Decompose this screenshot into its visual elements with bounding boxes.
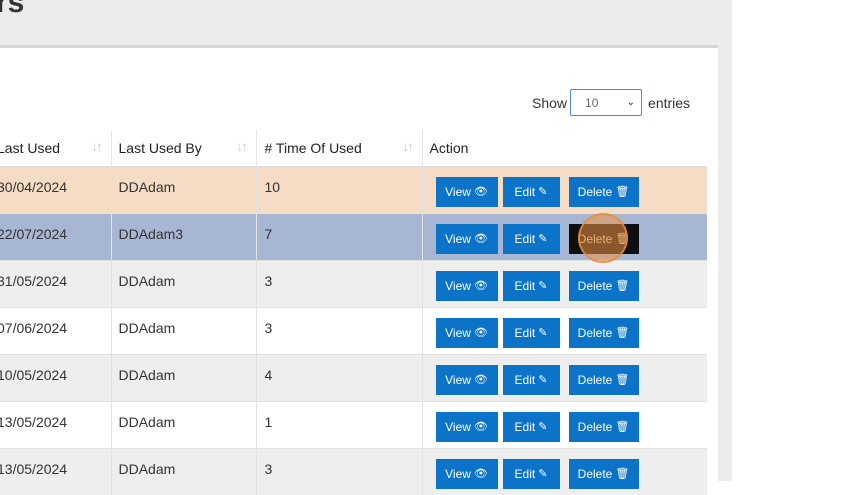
edit-button[interactable]: Edit ✎ [502, 317, 560, 348]
delete-button[interactable]: Delete🗑 [568, 458, 639, 489]
cell-last-used-by: DDAdam [111, 259, 257, 307]
table-row: 10/05/2024 DDAdam 4 View 👁 Edit ✎ Delete 🗑 [0, 353, 707, 401]
eye-icon: 👁 [473, 186, 488, 198]
edit-button[interactable]: Edit ✎ [502, 364, 560, 395]
cell-last-used: 13/05/2024 [0, 400, 112, 448]
cell-last-used-by: DDAdam [111, 306, 257, 354]
delete-button[interactable]: Delete🗑 [568, 270, 639, 301]
cell-times-used: 3 [256, 259, 423, 307]
trash-icon: 🗑 [615, 468, 630, 480]
cell-actions: View👁Edit✎ Delete🗑 [422, 165, 707, 213]
cell-actions: View👁Edit✎ Delete🗑 [422, 259, 707, 307]
data-table: Last Used ↓↑ Last Used By ↓↑ # Time Of U… [0, 130, 707, 495]
delete-button[interactable]: Delete🗑 [568, 176, 639, 207]
eye-icon: 👁 [473, 421, 488, 433]
entries-select[interactable]: 10 ⌄ [570, 89, 643, 116]
cell-last-used: 07/06/2024 [0, 306, 112, 354]
table-row: 07/06/2024 DDAdam 3 View 👁 Edit ✎ Delete 🗑 [0, 306, 707, 354]
table-row: 13/05/2024 DDAdam 1 View 👁 Edit ✎ Delete 🗑 [0, 400, 707, 448]
cell-times-used: 4 [256, 353, 423, 401]
entries-length-control: Show 10 ⌄ entries [532, 89, 690, 116]
sort-icon: ↓↑ [91, 139, 103, 154]
view-button[interactable]: View 👁 [435, 317, 498, 348]
edit-button[interactable]: Edit ✎ [502, 458, 560, 489]
cell-last-used-by: DDAdam [111, 165, 257, 213]
view-button[interactable]: View 👁 [435, 176, 498, 207]
edit-icon: ✎ [538, 186, 548, 198]
eye-icon: 👁 [473, 327, 488, 339]
table-row: 13/05/2024 DDAdam 3 View 👁 Edit ✎ Delete 🗑 [0, 447, 707, 495]
edit-button[interactable]: Edit ✎ [502, 411, 560, 442]
cell-actions: View👁Edit✎Delete🗑 [422, 212, 707, 260]
edit-button[interactable]: Edit ✎ [502, 223, 560, 254]
trash-icon: 🗑 [615, 280, 630, 292]
trash-icon: 🗑 [615, 421, 630, 433]
cell-last-used: 30/04/2024 [0, 165, 112, 213]
click-indicator [578, 213, 628, 263]
delete-button[interactable]: Delete🗑 [568, 411, 639, 442]
cell-times-used: 7 [256, 212, 423, 260]
view-button[interactable]: View 👁 [435, 223, 498, 254]
chevron-down-icon: ⌄ [626, 97, 636, 108]
column-header-times-used[interactable]: # Time Of Used ↓↑ [256, 130, 423, 167]
cell-last-used: 22/07/2024 [0, 212, 112, 260]
edit-icon: ✎ [538, 327, 548, 339]
page-title: rs [0, 0, 25, 19]
edit-icon: ✎ [538, 468, 548, 480]
trash-icon: 🗑 [615, 327, 630, 339]
window-edge [732, 0, 860, 481]
eye-icon: 👁 [473, 233, 488, 245]
cell-actions: View👁Edit✎ Delete🗑 [422, 400, 707, 448]
cell-times-used: 3 [256, 306, 423, 354]
trash-icon: 🗑 [615, 186, 630, 198]
edit-icon: ✎ [538, 374, 548, 386]
cell-times-used: 10 [256, 165, 423, 213]
sort-icon: ↓↑ [402, 139, 414, 154]
view-button[interactable]: View 👁 [435, 411, 498, 442]
table-header-row: Last Used ↓↑ Last Used By ↓↑ # Time Of U… [0, 130, 707, 167]
view-button[interactable]: View 👁 [435, 458, 498, 489]
cell-actions: View👁Edit✎ Delete🗑 [422, 353, 707, 401]
edit-button[interactable]: Edit ✎ [502, 270, 560, 301]
column-header-last-used-by[interactable]: Last Used By ↓↑ [111, 130, 257, 167]
cell-last-used-by: DDAdam [111, 400, 257, 448]
delete-button[interactable]: Delete🗑 [568, 364, 639, 395]
cell-actions: View👁Edit✎ Delete🗑 [422, 306, 707, 354]
edit-button[interactable]: Edit ✎ [502, 176, 560, 207]
eye-icon: 👁 [473, 374, 488, 386]
entries-label: entries [648, 94, 691, 111]
cell-times-used: 3 [256, 447, 423, 495]
cell-times-used: 1 [256, 400, 423, 448]
cell-last-used: 10/05/2024 [0, 353, 112, 401]
cell-last-used-by: DDAdam [111, 353, 257, 401]
cell-last-used: 31/05/2024 [0, 259, 112, 307]
cell-last-used-by: DDAdam3 [111, 212, 257, 260]
view-button[interactable]: View 👁 [435, 270, 498, 301]
view-button[interactable]: View 👁 [435, 364, 498, 395]
column-header-action: Action [422, 130, 707, 167]
show-label: Show [532, 94, 568, 111]
table-row: 30/04/2024 DDAdam 10 View 👁 Edit ✎ Delete 🗑 [0, 165, 707, 213]
edit-icon: ✎ [538, 233, 548, 245]
cell-last-used: 13/05/2024 [0, 447, 112, 495]
cell-last-used-by: DDAdam [111, 447, 257, 495]
edit-icon: ✎ [538, 280, 548, 292]
table-row: 31/05/2024 DDAdam 3 View 👁 Edit ✎ Delete 🗑 [0, 259, 707, 307]
sort-icon: ↓↑ [236, 139, 248, 154]
column-header-last-used[interactable]: Last Used ↓↑ [0, 130, 112, 167]
delete-button[interactable]: Delete🗑 [568, 317, 639, 348]
entries-select-value: 10 [585, 95, 599, 110]
eye-icon: 👁 [473, 468, 488, 480]
eye-icon: 👁 [473, 280, 488, 292]
cell-actions: View👁Edit✎ Delete🗑 [422, 447, 707, 495]
trash-icon: 🗑 [615, 374, 630, 386]
edit-icon: ✎ [538, 421, 548, 433]
